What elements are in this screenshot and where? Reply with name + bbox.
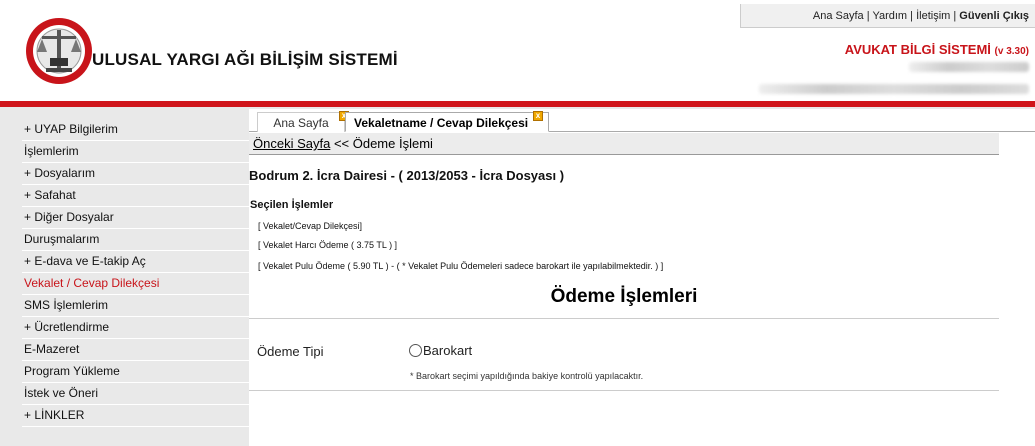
sidebar-item-vekalet[interactable]: Vekalet / Cevap Dilekçesi — [22, 273, 250, 295]
sidebar-item-uyap-bilgilerim[interactable]: + UYAP Bilgilerim — [22, 119, 250, 141]
help-link[interactable]: Yardım — [872, 10, 907, 22]
sidebar-item-e-mazeret[interactable]: E-Mazeret — [22, 339, 250, 361]
selected-item: [ Vekalet Pulu Ödeme ( 5.90 TL ) - ( * V… — [258, 261, 664, 271]
home-link[interactable]: Ana Sayfa — [813, 10, 864, 22]
breadcrumb: Önceki Sayfa << Ödeme İşlemi — [249, 133, 999, 155]
version-label: (v 3.30) — [994, 46, 1029, 57]
system-title: AVUKAT BİLGİ SİSTEMİ (v 3.30) — [844, 42, 1029, 57]
barokart-label[interactable]: Barokart — [423, 343, 472, 358]
divider — [249, 318, 999, 319]
sidebar-item-ucretlendirme[interactable]: + Ücretlendirme — [22, 317, 250, 339]
header: Ana Sayfa | Yardım | İletişim | Güvenli … — [0, 0, 1035, 103]
sidebar-item-istek-oneri[interactable]: İstek ve Öneri — [22, 383, 250, 405]
selected-operations-title: Seçilen İşlemler — [250, 199, 334, 211]
sidebar-item-program-yukleme[interactable]: Program Yükleme — [22, 361, 250, 383]
payment-note: * Barokart seçimi yapıldığında bakiye ko… — [410, 371, 644, 381]
blurred-date-info — [759, 84, 1029, 94]
sidebar-item-sms[interactable]: SMS İşlemlerim — [22, 295, 250, 317]
sidebar-item-safahat[interactable]: + Safahat — [22, 185, 250, 207]
payment-type-label: Ödeme Tipi — [257, 344, 324, 359]
divider — [249, 390, 999, 391]
tab-vekaletname[interactable]: Vekaletname / Cevap Dilekçesi — [345, 112, 549, 132]
tab-bar: Ana Sayfa x Vekaletname / Cevap Dilekçes… — [249, 109, 1035, 132]
barokart-radio[interactable] — [409, 344, 422, 357]
payment-title: Ödeme İşlemleri — [550, 286, 698, 307]
uyap-logo-icon — [26, 18, 92, 84]
court-title: Bodrum 2. İcra Dairesi - ( 2013/2053 - İ… — [249, 168, 565, 183]
selected-item: [ Vekalet Harcı Ödeme ( 3.75 TL ) ] — [258, 240, 398, 250]
main-content: Ana Sayfa x Vekaletname / Cevap Dilekçes… — [249, 109, 1035, 446]
sidebar: + UYAP Bilgilerim İşlemlerim + Dosyaları… — [0, 109, 250, 446]
sidebar-item-islemlerim[interactable]: İşlemlerim — [22, 141, 250, 163]
sidebar-item-durusmalarim[interactable]: Duruşmalarım — [22, 229, 250, 251]
previous-page-link[interactable]: Önceki Sayfa — [253, 136, 330, 151]
sidebar-menu: + UYAP Bilgilerim İşlemlerim + Dosyaları… — [22, 119, 250, 427]
breadcrumb-current: << Ödeme İşlemi — [330, 136, 433, 151]
logout-link[interactable]: Güvenli Çıkış — [959, 10, 1029, 22]
barokart-radio-option[interactable]: Barokart — [409, 343, 472, 358]
close-icon[interactable]: x — [533, 111, 543, 121]
contact-link[interactable]: İletişim — [916, 10, 950, 22]
sidebar-item-e-dava[interactable]: + E-dava ve E-takip Aç — [22, 251, 250, 273]
site-title: ULUSAL YARGI AĞI BİLİŞİM SİSTEMİ — [92, 50, 398, 69]
sidebar-item-linkler[interactable]: + LİNKLER — [22, 405, 250, 427]
sidebar-item-diger-dosyalar[interactable]: + Diğer Dosyalar — [22, 207, 250, 229]
blurred-user-info — [909, 62, 1029, 72]
sidebar-item-dosyalarim[interactable]: + Dosyalarım — [22, 163, 250, 185]
selected-item: [ Vekalet/Cevap Dilekçesi] — [258, 221, 363, 231]
top-links: Ana Sayfa | Yardım | İletişim | Güvenli … — [740, 4, 1035, 28]
tab-ana-sayfa[interactable]: Ana Sayfa — [257, 112, 345, 132]
